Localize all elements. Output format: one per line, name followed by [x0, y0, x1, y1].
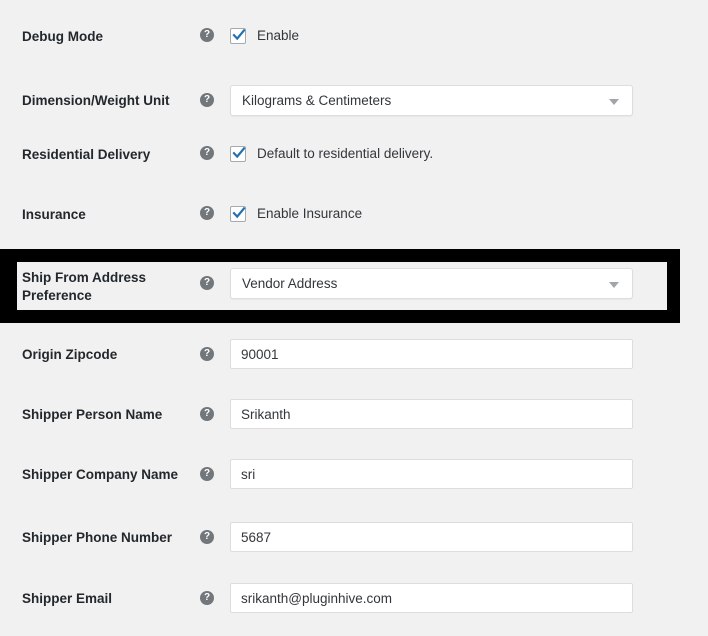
help-icon[interactable]: ? — [200, 347, 214, 361]
input-shipper-person-name[interactable] — [230, 399, 633, 429]
check-icon — [232, 206, 246, 219]
field-control-insurance: ? Enable Insurance — [200, 206, 708, 222]
field-row-residential-delivery: Residential Delivery ? Default to reside… — [0, 146, 708, 164]
field-control-residential-delivery: ? Default to residential delivery. — [200, 146, 708, 162]
check-icon — [232, 28, 246, 41]
field-label-shipper-person-name: Shipper Person Name — [22, 407, 163, 422]
help-icon[interactable]: ? — [200, 467, 214, 481]
help-icon[interactable]: ? — [200, 206, 214, 220]
help-icon[interactable]: ? — [200, 591, 214, 605]
select-ship-from-address-preference[interactable]: Vendor Address — [230, 268, 633, 299]
field-row-ship-from-address-preference: Ship From Address Preference ? Vendor Ad… — [0, 268, 708, 305]
input-shipper-company-name[interactable] — [230, 459, 633, 489]
field-control-debug-mode: ? Enable — [200, 28, 708, 44]
input-origin-zipcode[interactable] — [230, 339, 633, 369]
help-icon[interactable]: ? — [200, 93, 214, 107]
help-icon[interactable]: ? — [200, 276, 214, 290]
field-label-insurance: Insurance — [22, 207, 86, 222]
checkbox-label-insurance: Enable Insurance — [257, 206, 363, 221]
field-row-origin-zipcode: Origin Zipcode ? — [0, 339, 708, 369]
input-shipper-phone-number[interactable] — [230, 522, 633, 552]
field-label-shipper-phone-number: Shipper Phone Number — [22, 530, 173, 545]
select-value-ship-from-address-preference: Vendor Address — [242, 276, 338, 291]
field-row-shipper-company-name: Shipper Company Name ? — [0, 459, 708, 489]
checkbox-input[interactable] — [230, 206, 246, 222]
field-label-origin-zipcode: Origin Zipcode — [22, 347, 118, 362]
help-icon[interactable]: ? — [200, 146, 214, 160]
field-label-residential-delivery: Residential Delivery — [22, 147, 151, 162]
help-icon[interactable]: ? — [200, 530, 214, 544]
field-control-shipper-company-name: ? — [200, 459, 708, 489]
shipping-settings-form: Debug Mode ? Enable Dimension/Weight Uni… — [0, 0, 708, 636]
checkbox-input[interactable] — [230, 28, 246, 44]
field-label-debug-mode: Debug Mode — [22, 29, 103, 44]
checkbox-insurance[interactable]: Enable Insurance — [230, 206, 362, 222]
field-control-shipper-phone-number: ? — [200, 522, 708, 552]
field-control-ship-from-address-preference: ? Vendor Address — [200, 268, 708, 299]
help-icon[interactable]: ? — [200, 28, 214, 42]
check-icon — [232, 146, 246, 159]
field-row-insurance: Insurance ? Enable Insurance — [0, 206, 708, 224]
field-control-dimension-weight-unit: ? Kilograms & Centimeters — [200, 85, 708, 116]
field-label-dimension-weight-unit: Dimension/Weight Unit — [22, 93, 170, 108]
checkbox-label-residential-delivery: Default to residential delivery. — [257, 146, 434, 161]
select-value-dimension-weight-unit: Kilograms & Centimeters — [242, 93, 392, 108]
field-label-ship-from-address-preference: Ship From Address Preference — [22, 270, 147, 303]
field-label-shipper-company-name: Shipper Company Name — [22, 467, 179, 482]
help-icon[interactable]: ? — [200, 407, 214, 421]
field-label-shipper-email: Shipper Email — [22, 591, 113, 606]
checkbox-residential-delivery[interactable]: Default to residential delivery. — [230, 146, 433, 162]
field-row-shipper-person-name: Shipper Person Name ? — [0, 399, 708, 429]
field-control-shipper-email: ? — [200, 583, 708, 613]
checkbox-label-debug-mode: Enable — [257, 28, 300, 43]
chevron-down-icon — [609, 281, 619, 288]
checkbox-debug-mode[interactable]: Enable — [230, 28, 299, 44]
checkbox-input[interactable] — [230, 146, 246, 162]
select-dimension-weight-unit[interactable]: Kilograms & Centimeters — [230, 85, 633, 116]
field-row-shipper-email: Shipper Email ? — [0, 583, 708, 613]
field-control-origin-zipcode: ? — [200, 339, 708, 369]
input-shipper-email[interactable] — [230, 583, 633, 613]
field-row-debug-mode: Debug Mode ? Enable — [0, 28, 708, 46]
chevron-down-icon — [609, 98, 619, 105]
field-row-shipper-phone-number: Shipper Phone Number ? — [0, 522, 708, 552]
field-row-dimension-weight-unit: Dimension/Weight Unit ? Kilograms & Cent… — [0, 85, 708, 116]
field-control-shipper-person-name: ? — [200, 399, 708, 429]
